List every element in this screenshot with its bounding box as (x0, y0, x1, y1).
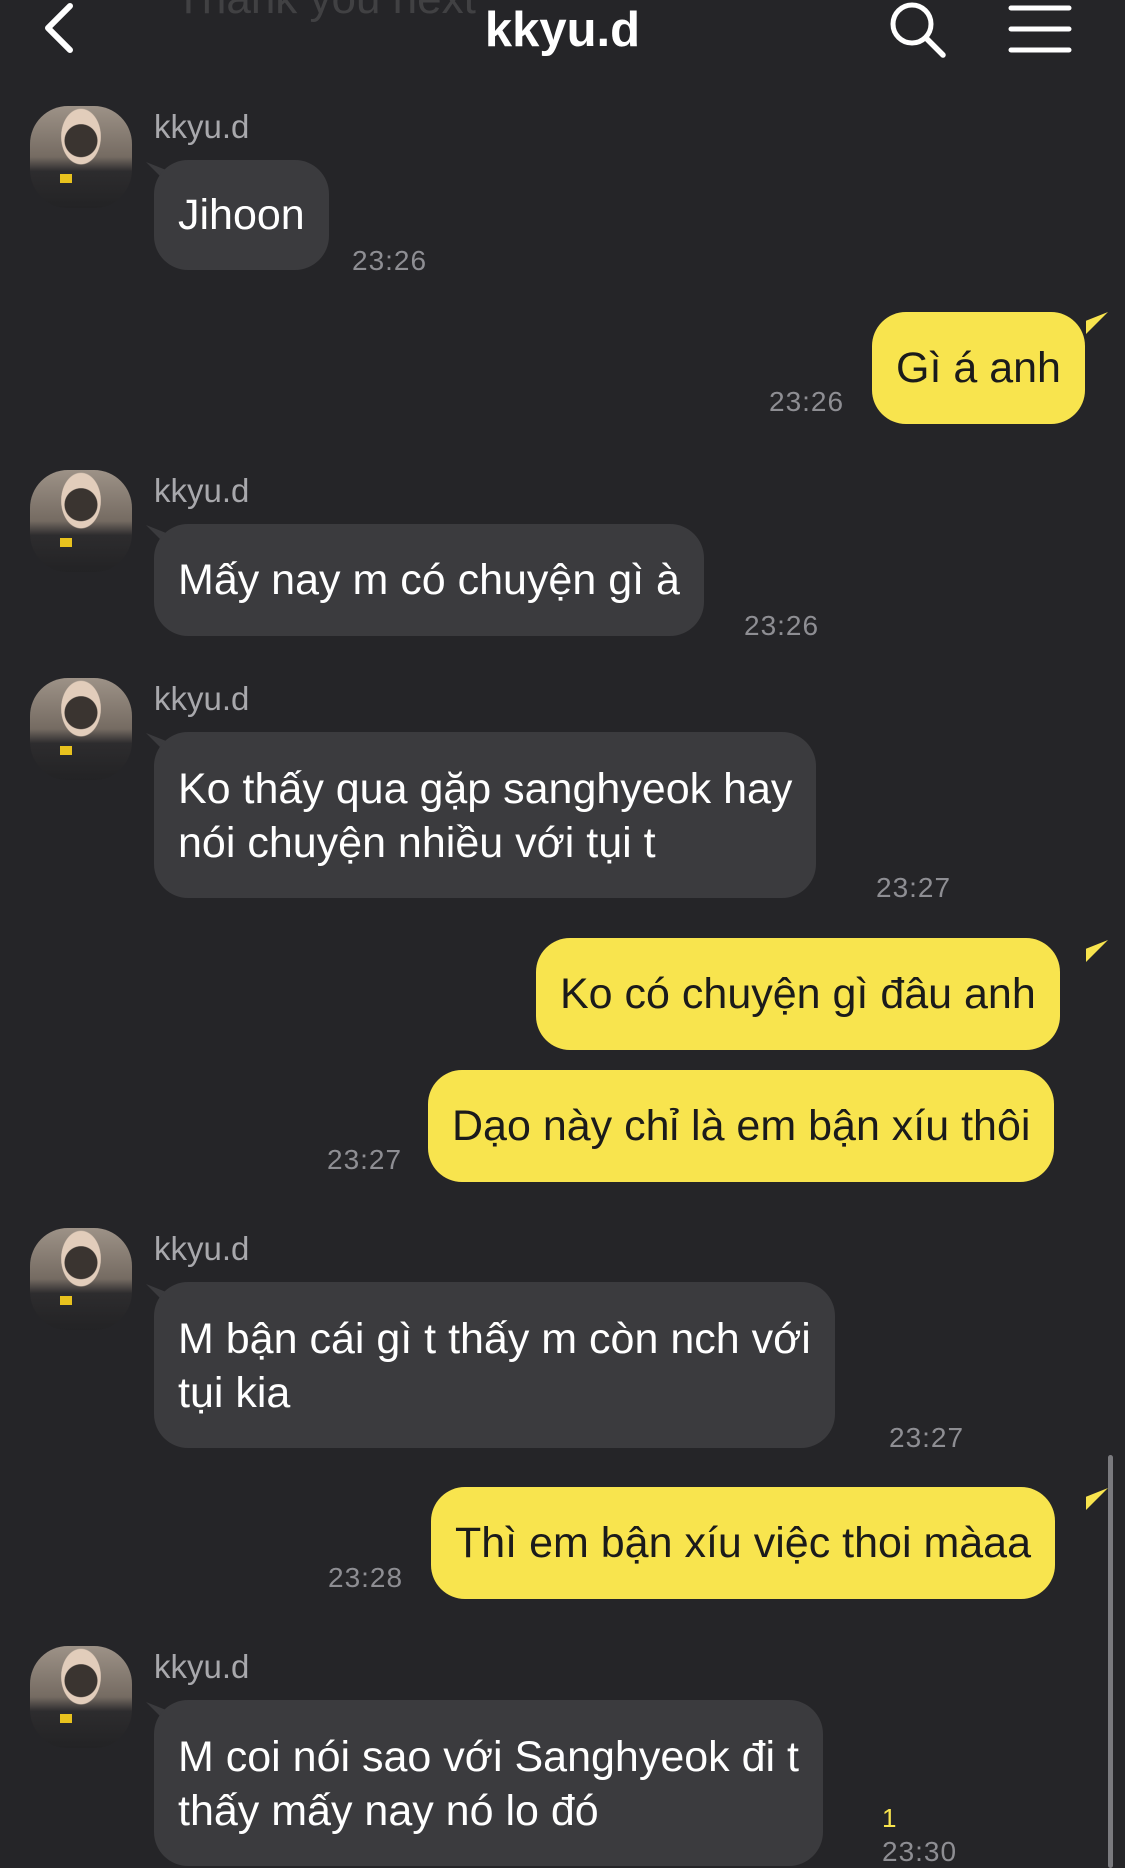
message-text: Thì em bận xíu việc thoi màaa (455, 1519, 1032, 1567)
unread-count: 1 (882, 1803, 897, 1833)
message-time: 23:27 (876, 872, 952, 903)
message-text: Mấy nay m có chuyện gì à (178, 556, 680, 604)
sender-name: kkyu.d (154, 1230, 250, 1267)
chat-header: Thank you next kkyu.d (0, 0, 1125, 64)
message-bubble[interactable]: M coi nói sao với Sanghyeok đi t thấy mấ… (154, 1700, 823, 1866)
message-bubble[interactable]: Ko thấy qua gặp sanghyeok hay nói chuyện… (154, 732, 817, 898)
sender-name: kkyu.d (154, 1648, 250, 1685)
message-bubble[interactable]: Thì em bận xíu việc thoi màaa (431, 1487, 1056, 1599)
message-time: 23:26 (769, 386, 845, 417)
sender-avatar[interactable] (30, 470, 132, 572)
message-text: Dạo này chỉ là em bận xíu thôi (452, 1102, 1031, 1150)
bubble-tail (1086, 312, 1108, 334)
message-bubble[interactable]: Ko có chuyện gì đâu anh (536, 938, 1060, 1050)
message-time: 23:26 (352, 245, 428, 276)
sender-avatar[interactable] (30, 678, 132, 780)
menu-button[interactable] (1008, 4, 1072, 56)
bubble-tail (1086, 940, 1108, 962)
sender-name: kkyu.d (154, 680, 250, 717)
sender-avatar[interactable] (30, 1646, 132, 1748)
sender-name: kkyu.d (154, 108, 250, 145)
message-text-line: M bận cái gì t thấy m còn nch với (178, 1315, 811, 1363)
sender-avatar[interactable] (30, 106, 132, 208)
message-text: Jihoon (178, 191, 305, 239)
message-time: 23:27 (889, 1422, 965, 1453)
message-bubble[interactable]: Jihoon (154, 160, 329, 270)
bubble-tail (1086, 1488, 1108, 1510)
search-icon (890, 2, 946, 58)
message-bubble[interactable]: Gì á anh (872, 312, 1085, 424)
message-text-line: Ko thấy qua gặp sanghyeok hay (178, 765, 793, 813)
sender-avatar[interactable] (30, 1228, 132, 1330)
message-bubble[interactable]: Dạo này chỉ là em bận xíu thôi (428, 1070, 1055, 1182)
message-text-line: thấy mấy nay nó lo đó (178, 1787, 599, 1835)
chat-screen: Thank you next kkyu.d kkyu.d Jihoon (0, 0, 1125, 1868)
message-text-line: nói chuyện nhiều với tụi t (178, 819, 656, 867)
message-bubble[interactable]: M bận cái gì t thấy m còn nch với tụi ki… (154, 1282, 835, 1448)
chat-title: kkyu.d (484, 3, 641, 57)
menu-icon (1008, 5, 1072, 53)
search-button[interactable] (888, 0, 950, 60)
message-time: 23:27 (327, 1144, 403, 1175)
message-time: 23:28 (328, 1562, 404, 1593)
message-bubble[interactable]: Mấy nay m có chuyện gì à (154, 524, 704, 636)
scrollbar[interactable] (1108, 1455, 1113, 1868)
message-time: 23:30 (882, 1836, 958, 1867)
message-text: Gì á anh (896, 344, 1061, 392)
message-text-line: tụi kia (178, 1369, 291, 1417)
message-text-line: M coi nói sao với Sanghyeok đi t (178, 1733, 799, 1781)
sender-name: kkyu.d (154, 472, 250, 509)
message-text: Ko có chuyện gì đâu anh (560, 970, 1036, 1018)
message-time: 23:26 (744, 610, 820, 641)
